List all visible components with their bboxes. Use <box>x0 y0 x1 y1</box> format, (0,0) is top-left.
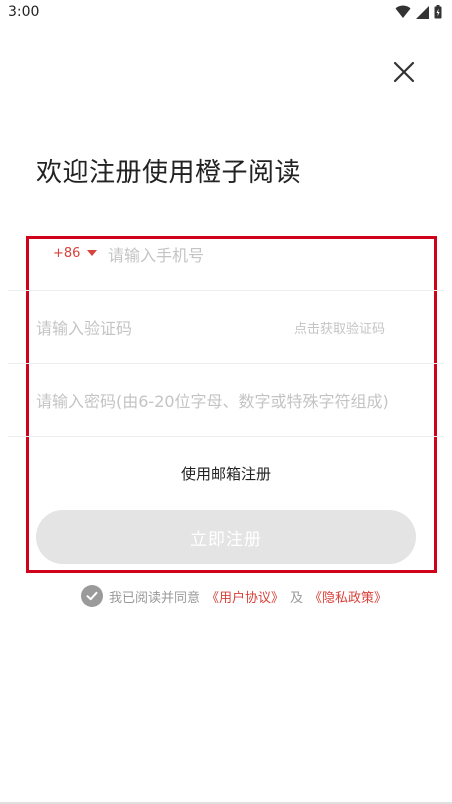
register-button[interactable]: 立即注册 <box>36 510 416 564</box>
verification-code-input[interactable] <box>36 315 276 341</box>
agreement-conjunction: 及 <box>290 590 304 606</box>
signal-icon <box>416 5 429 19</box>
email-register-link[interactable]: 使用邮箱注册 <box>0 463 452 484</box>
privacy-policy-link[interactable]: 《隐私政策》 <box>309 587 387 606</box>
agreement-row: 我已阅读并同意 《用户协议》及《隐私政策》 <box>81 585 387 607</box>
password-input[interactable] <box>36 388 428 414</box>
country-code-label: +86 <box>53 246 81 261</box>
status-time: 3:00 <box>8 4 40 20</box>
divider <box>8 290 444 291</box>
status-bar: 3:00 <box>0 0 452 26</box>
status-icons <box>395 5 442 19</box>
battery-icon <box>434 5 442 19</box>
divider <box>8 436 444 437</box>
close-icon <box>393 61 415 83</box>
close-button[interactable] <box>390 58 418 86</box>
page-title: 欢迎注册使用橙子阅读 <box>36 158 302 188</box>
divider <box>8 363 444 364</box>
user-agreement-link[interactable]: 《用户协议》 <box>206 587 284 606</box>
country-code-selector[interactable]: +86 <box>53 246 98 261</box>
wifi-icon <box>395 5 411 18</box>
check-icon <box>86 591 98 601</box>
phone-input[interactable] <box>108 242 418 268</box>
agree-checkbox[interactable] <box>81 585 103 607</box>
agreement-text: 我已阅读并同意 <box>109 590 201 606</box>
get-code-button[interactable]: 点击获取验证码 <box>294 318 385 337</box>
chevron-down-icon <box>87 250 98 256</box>
